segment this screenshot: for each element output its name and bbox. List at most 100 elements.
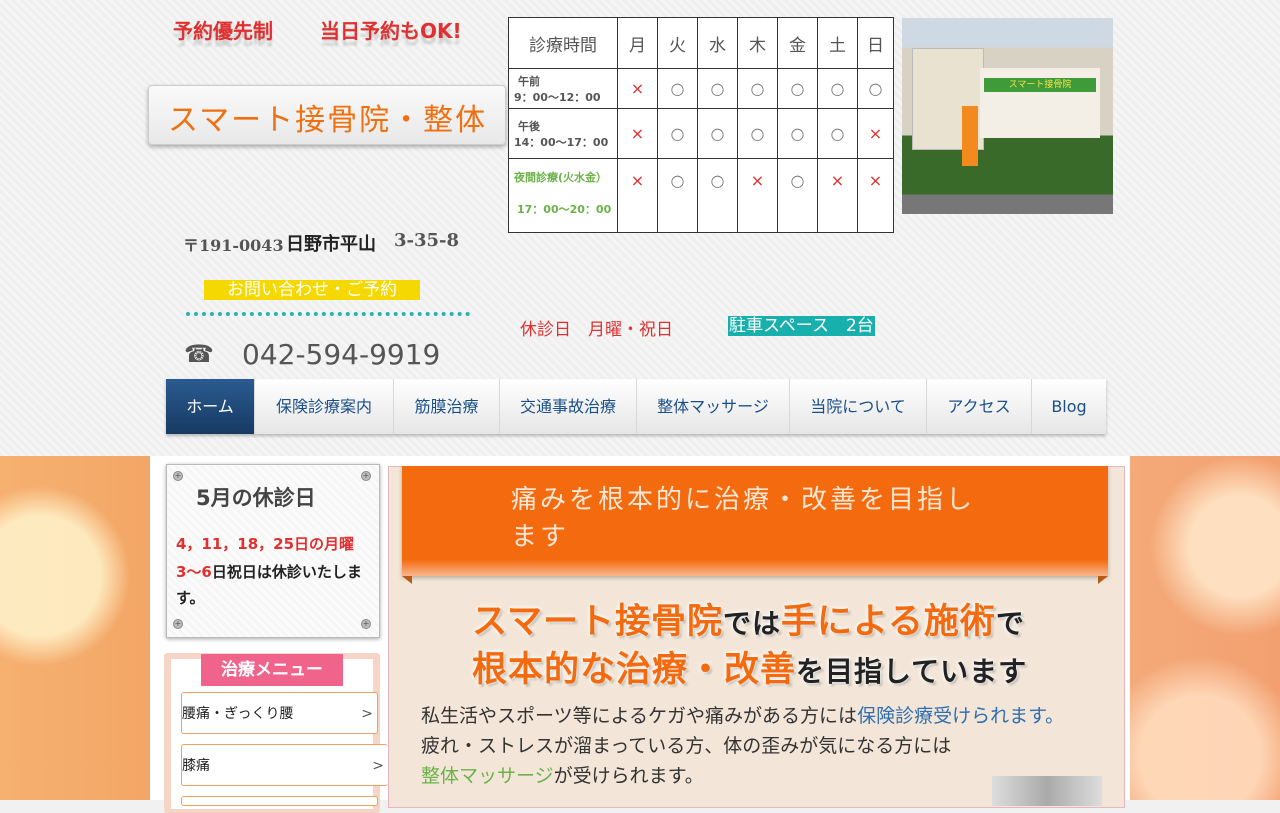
screw-icon: +: [361, 471, 371, 481]
notice-title: 5月の休診日: [196, 486, 316, 510]
promo-same-day: 当日予約もOK!: [320, 19, 462, 43]
content-image: [992, 776, 1102, 806]
schedule-mark: ×: [857, 108, 894, 159]
chevron-right-icon: >: [372, 758, 384, 774]
day-mon: 月: [617, 17, 658, 69]
body-text: 私生活やスポーツ等によるケガや痛みがある方には: [421, 705, 858, 727]
clinic-photo: スマート接骨院: [902, 18, 1113, 214]
headline-text: で: [995, 607, 1025, 640]
menu-item-next[interactable]: [181, 796, 378, 806]
row-label-afternoon: 午後 14：00～17：00: [508, 108, 618, 159]
address-city: 日野市平山: [286, 234, 376, 255]
promo-reservation-priority: 予約優先制: [173, 19, 273, 43]
headline-text: では: [722, 607, 781, 640]
headline-text: を目指しています: [796, 655, 1028, 688]
nav-about[interactable]: 当院について: [790, 379, 927, 434]
headline-clinic: スマート接骨院: [472, 602, 723, 642]
row-time-text: 14：00～17：00: [514, 135, 609, 149]
body-line-2: 疲れ・ストレスが溜まっている方、体の歪みが気になる方には: [421, 735, 952, 757]
row-label-text: 午前: [518, 74, 540, 88]
nav-blog[interactable]: Blog: [1032, 379, 1106, 434]
phone-icon: ☎: [184, 340, 214, 368]
chevron-right-icon: >: [361, 706, 373, 722]
schedule-mark: ○: [697, 158, 738, 233]
photo-sign: スマート接骨院: [984, 78, 1096, 92]
postal-code: 〒191-0043: [183, 236, 284, 255]
screw-icon: +: [361, 619, 371, 629]
closed-days: 休診日 月曜・祝日: [520, 320, 673, 340]
schedule-mark: ○: [737, 108, 778, 159]
schedule-mark: ○: [657, 108, 698, 159]
headline-fundamental: 根本的な治療・改善: [472, 650, 797, 690]
row-label-text: 午後: [518, 119, 540, 133]
row-label-text: 夜間診療(火水金）: [514, 171, 608, 184]
nav-home[interactable]: ホーム: [166, 379, 255, 434]
schedule-mark: ×: [817, 158, 858, 233]
schedule-mark: ×: [857, 158, 894, 233]
body-line-3: 整体マッサージが受けられます。: [421, 761, 704, 788]
row-time-text: 9：00～12：00: [514, 90, 601, 104]
ribbon-heading: 痛みを根本的に治療・改善を目指します: [511, 485, 976, 552]
schedule-mark: ○: [777, 158, 818, 233]
schedule-mark: ○: [817, 108, 858, 159]
menu-item-knee[interactable]: 膝痛 >: [181, 744, 388, 786]
menu-item-label: 腰痛・ぎっくり腰: [182, 706, 294, 722]
schedule-mark: ○: [697, 108, 738, 159]
notice-dates: 4，11，18，25日の月曜: [176, 535, 355, 553]
treatment-menu-title: 治療メニュー: [201, 654, 343, 686]
schedule-mark: ×: [617, 108, 658, 159]
schedule-mark: ×: [737, 158, 778, 233]
contact-label: お問い合わせ・ご予約: [204, 280, 420, 300]
day-fri: 金: [777, 17, 818, 69]
massage-link[interactable]: 整体マッサージ: [421, 765, 554, 787]
schedule-mark: ○: [817, 68, 858, 109]
headline-manual: 手による施術: [780, 602, 996, 642]
schedule-mark: ○: [857, 68, 894, 109]
schedule-row-evening: 夜間診療(火水金） 17：00～20：00 × ○ ○ × ○ × ×: [508, 158, 894, 233]
body-line-1: 私生活やスポーツ等によるケガや痛みがある方には保険診療受けられます。: [421, 701, 1064, 728]
schedule-mark: ○: [657, 158, 698, 233]
schedule-mark: ○: [697, 68, 738, 109]
ribbon-fold: [402, 576, 412, 584]
schedule-mark: ×: [617, 68, 658, 109]
schedule-table: 診療時間 月 火 水 木 金 土 日 午前 9：00～12：00 × ○ ○ ○…: [508, 17, 894, 233]
row-label-evening: 夜間診療(火水金） 17：00～20：00: [508, 158, 618, 233]
schedule-mark: ○: [777, 108, 818, 159]
main-nav: ホーム 保険診療案内 筋膜治療 交通事故治療 整体マッサージ 当院について アク…: [166, 379, 1106, 434]
day-sun: 日: [857, 17, 894, 69]
phone-number[interactable]: 042-594-9919: [242, 338, 440, 371]
notice-holidays: 3～6日祝日は休診いたします。: [176, 559, 376, 611]
day-thu: 木: [737, 17, 778, 69]
row-label-morning: 午前 9：00～12：00: [508, 68, 618, 109]
screw-icon: +: [173, 619, 183, 629]
menu-item-label: 膝痛: [182, 758, 210, 774]
schedule-row-afternoon: 午後 14：00～17：00 × ○ ○ ○ ○ ○ ×: [508, 108, 894, 159]
body-text: が受けられます。: [553, 765, 704, 787]
photo-banner: [962, 106, 978, 166]
ribbon-fold: [1098, 576, 1108, 584]
day-wed: 水: [697, 17, 738, 69]
nav-traffic-accident[interactable]: 交通事故治療: [500, 379, 637, 434]
insurance-link[interactable]: 保険診療受けられます。: [857, 705, 1064, 727]
schedule-header-row: 診療時間 月 火 水 木 金 土 日: [508, 17, 894, 69]
nav-fascia[interactable]: 筋膜治療: [394, 379, 500, 434]
row-time-text: 17：00～20：00: [517, 203, 612, 216]
headline-line-2: 根本的な治療・改善を目指しています: [472, 641, 1027, 692]
schedule-corner: 診療時間: [508, 17, 618, 69]
dotted-divider: [186, 312, 470, 316]
menu-item-lower-back[interactable]: 腰痛・ぎっくり腰 >: [181, 692, 378, 734]
address-street: 3-35-8: [394, 230, 460, 251]
nav-access[interactable]: アクセス: [927, 379, 1032, 434]
clinic-name[interactable]: スマート接骨院・整体: [168, 95, 487, 139]
headline-line-1: スマート接骨院では手による施術で: [472, 593, 1025, 644]
schedule-mark: ×: [617, 158, 658, 233]
schedule-row-morning: 午前 9：00～12：00 × ○ ○ ○ ○ ○ ○: [508, 68, 894, 109]
nav-insurance[interactable]: 保険診療案内: [255, 379, 394, 434]
nav-massage[interactable]: 整体マッサージ: [637, 379, 790, 434]
parking-info: 駐車スペース 2台: [728, 316, 875, 336]
schedule-mark: ○: [777, 68, 818, 109]
day-sat: 土: [817, 17, 858, 69]
day-tue: 火: [657, 17, 698, 69]
schedule-mark: ○: [657, 68, 698, 109]
schedule-mark: ○: [737, 68, 778, 109]
